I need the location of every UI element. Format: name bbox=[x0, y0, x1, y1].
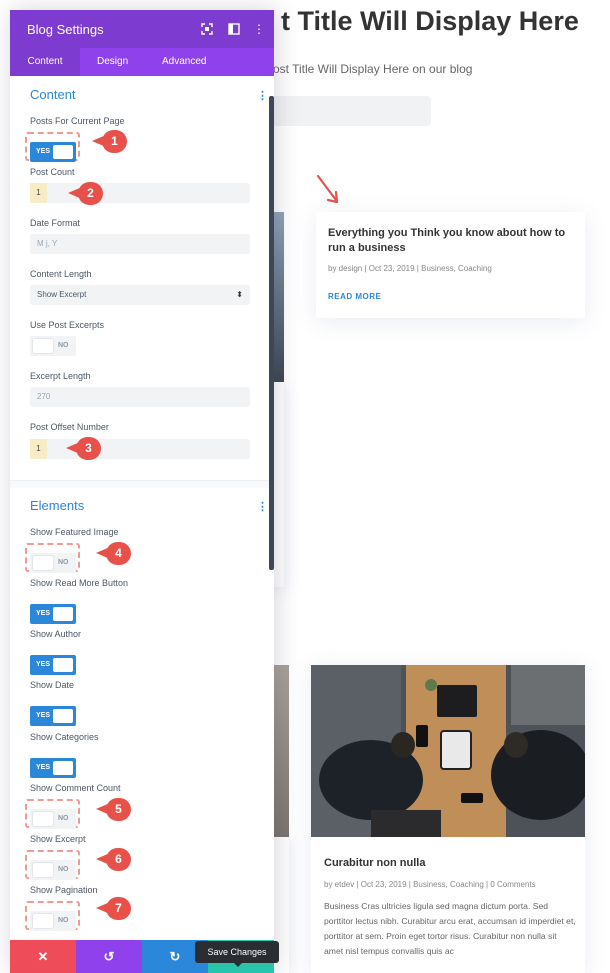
section-options-icon[interactable]: ⋮ bbox=[257, 500, 268, 513]
post-card: Everything you Think you know about how … bbox=[316, 212, 585, 318]
date-format-label: Date Format bbox=[30, 218, 81, 228]
content-section-heading[interactable]: Content bbox=[30, 87, 76, 102]
show-author-toggle[interactable]: YES bbox=[30, 655, 76, 675]
elements-section-heading[interactable]: Elements bbox=[30, 498, 84, 513]
arrow-annotation-icon bbox=[316, 174, 339, 204]
show-featured-image-label: Show Featured Image bbox=[30, 527, 119, 537]
show-comment-count-label: Show Comment Count bbox=[30, 783, 121, 793]
panel-title: Blog Settings bbox=[27, 22, 104, 37]
callout-badge: 2 bbox=[58, 182, 103, 205]
post-title[interactable]: Curabitur non nulla bbox=[324, 857, 425, 869]
show-author-label: Show Author bbox=[30, 629, 82, 639]
callout-badge: 5 bbox=[80, 798, 131, 821]
content-length-label: Content Length bbox=[30, 269, 92, 279]
show-date-label: Show Date bbox=[30, 680, 75, 690]
page-title: t Title Will Display Here bbox=[281, 6, 579, 36]
post-meta: by etdev | Oct 23, 2019 | Business, Coac… bbox=[324, 880, 536, 889]
use-post-excerpts-label: Use Post Excerpts bbox=[30, 320, 105, 330]
use-post-excerpts-toggle[interactable]: NO bbox=[30, 336, 76, 356]
post-featured-image[interactable] bbox=[311, 665, 585, 837]
save-changes-tooltip: Save Changes bbox=[195, 941, 279, 963]
show-excerpt-label: Show Excerpt bbox=[30, 834, 86, 844]
redo-icon: ↻ bbox=[169, 949, 181, 964]
search-bar[interactable] bbox=[273, 96, 431, 126]
tooltip-arrow bbox=[233, 962, 243, 967]
cancel-button[interactable]: ✕ bbox=[10, 940, 76, 973]
blog-settings-panel: Blog Settings ⋮ Content Design Advanced … bbox=[10, 10, 274, 973]
excerpt-length-label: Excerpt Length bbox=[30, 371, 91, 381]
fullscreen-icon[interactable] bbox=[201, 23, 213, 35]
post-meta: by design | Oct 23, 2019 | Business, Coa… bbox=[328, 264, 492, 273]
undo-icon: ↺ bbox=[103, 949, 115, 964]
page-subtitle: ost Title Will Display Here on our blog bbox=[273, 62, 473, 76]
show-read-more-button-toggle[interactable]: YES bbox=[30, 604, 76, 624]
show-pagination-label: Show Pagination bbox=[30, 885, 98, 895]
post-title[interactable]: Everything you Think you know about how … bbox=[328, 226, 568, 256]
show-featured-image-toggle[interactable]: NO bbox=[30, 553, 76, 573]
meeting-photo-image bbox=[311, 665, 585, 837]
content-length-select[interactable]: Show Excerpt ⬍ bbox=[30, 285, 250, 305]
show-excerpt-toggle[interactable]: NO bbox=[30, 860, 76, 880]
show-date-toggle[interactable]: YES bbox=[30, 706, 76, 726]
read-more-link[interactable]: READ MORE bbox=[328, 292, 381, 301]
show-categories-toggle[interactable]: YES bbox=[30, 758, 76, 778]
show-read-more-button-label: Show Read More Button bbox=[30, 578, 129, 588]
more-options-icon[interactable]: ⋮ bbox=[253, 23, 265, 35]
undo-button[interactable]: ↺ bbox=[76, 940, 142, 973]
tab-content[interactable]: Content bbox=[10, 48, 80, 76]
settings-tabs: Content Design Advanced bbox=[10, 48, 274, 76]
date-format-input[interactable]: M j, Y bbox=[30, 234, 250, 254]
section-divider bbox=[10, 480, 274, 488]
panel-header: Blog Settings ⋮ bbox=[10, 10, 274, 48]
post-excerpt: Business Cras ultricies ligula sed magna… bbox=[324, 901, 576, 956]
post-count-label: Post Count bbox=[30, 167, 75, 177]
settings-body: Content ⋮ Posts For Current Page YES Pos… bbox=[10, 76, 274, 950]
excerpt-length-input[interactable]: 270 bbox=[30, 387, 250, 407]
show-pagination-toggle[interactable]: NO bbox=[30, 911, 76, 931]
show-categories-label: Show Categories bbox=[30, 732, 99, 742]
section-options-icon[interactable]: ⋮ bbox=[257, 89, 268, 102]
select-caret-icon: ⬍ bbox=[236, 290, 243, 299]
callout-badge: 3 bbox=[58, 437, 101, 460]
panel-scrollbar[interactable] bbox=[269, 96, 274, 570]
split-view-icon[interactable] bbox=[228, 23, 240, 35]
tab-advanced[interactable]: Advanced bbox=[162, 48, 206, 76]
tab-design[interactable]: Design bbox=[97, 48, 128, 76]
callout-badge: 1 bbox=[69, 130, 127, 153]
callout-badge: 7 bbox=[80, 897, 131, 920]
post-card: Curabitur non nulla by etdev | Oct 23, 2… bbox=[311, 665, 585, 973]
callout-badge: 4 bbox=[80, 542, 131, 565]
posts-for-current-page-label: Posts For Current Page bbox=[30, 116, 125, 126]
post-offset-number-label: Post Offset Number bbox=[30, 422, 109, 432]
show-comment-count-toggle[interactable]: NO bbox=[30, 809, 76, 829]
close-icon: ✕ bbox=[37, 949, 49, 964]
callout-badge: 6 bbox=[80, 848, 131, 871]
